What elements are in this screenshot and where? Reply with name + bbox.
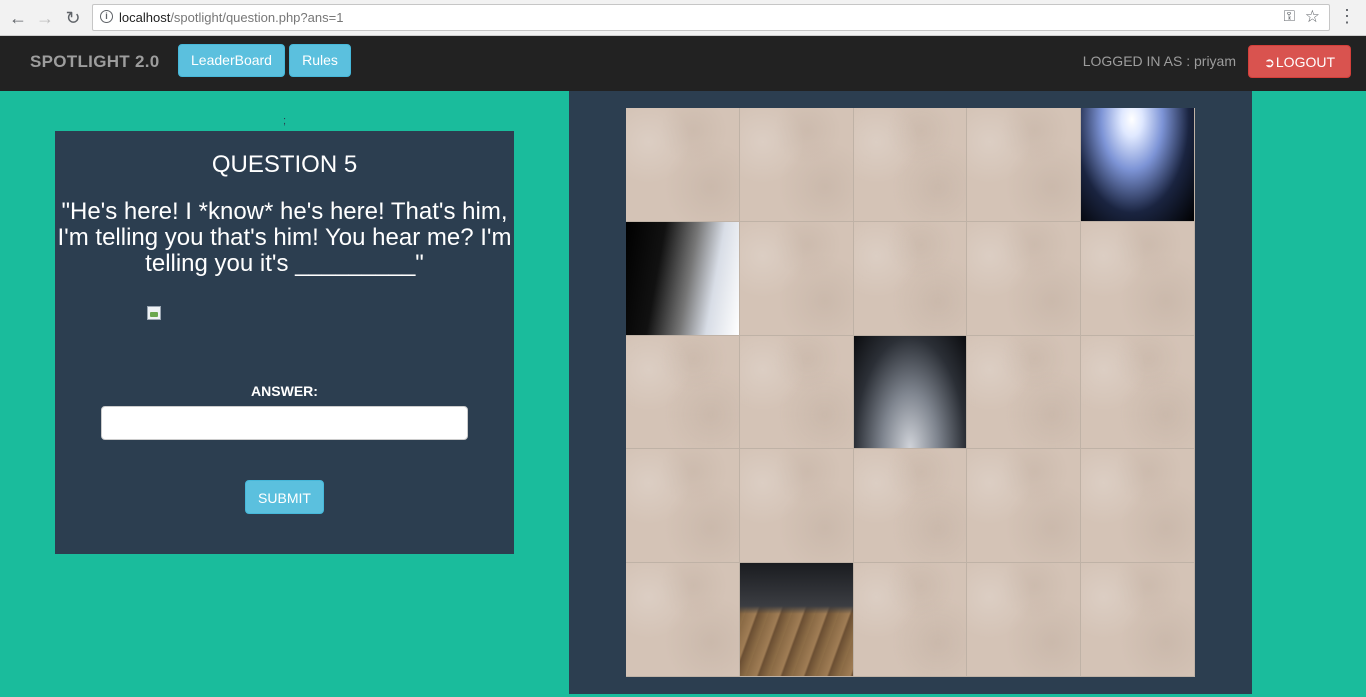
puzzle-tile-blank[interactable]	[1081, 449, 1195, 564]
reload-icon: ↻	[65, 8, 81, 28]
puzzle-tile-blank[interactable]	[1081, 335, 1195, 450]
forward-button[interactable]: →	[34, 7, 56, 29]
puzzle-tile-blank[interactable]	[1081, 221, 1195, 336]
question-text: "He's here! I *know* he's here! That's h…	[57, 198, 512, 277]
browser-toolbar: ← → ↻ i localhost/spotlight/question.php…	[0, 0, 1366, 36]
puzzle-tile-blank[interactable]	[853, 221, 968, 336]
back-button[interactable]: ←	[7, 7, 29, 29]
question-title: QUESTION 5	[211, 151, 358, 178]
puzzle-tile-blank[interactable]	[739, 335, 854, 450]
app-navbar: SPOTLIGHT 2.0 LeaderBoard Rules LOGGED I…	[0, 36, 1366, 91]
puzzle-tile-blank[interactable]	[853, 108, 968, 222]
url-host: localhost	[119, 10, 171, 25]
puzzle-tile-spotlight-top-right[interactable]	[1081, 108, 1195, 222]
puzzle-tile-spotlight-left[interactable]	[626, 221, 740, 336]
key-icon[interactable]: ⚿	[1284, 8, 1295, 25]
arrow-right-icon: →	[36, 8, 54, 28]
brand-title[interactable]: SPOTLIGHT 2.0	[30, 52, 160, 72]
url-path: /spotlight/question.php?ans=1	[170, 10, 344, 25]
puzzle-tile-blank[interactable]	[626, 108, 740, 222]
submit-button[interactable]: SUBMIT	[245, 480, 324, 514]
address-bar[interactable]: i localhost/spotlight/question.php?ans=1…	[92, 4, 1330, 31]
puzzle-tile-blank[interactable]	[1081, 563, 1195, 677]
arrow-left-icon: ←	[9, 8, 27, 28]
puzzle-tile-blank[interactable]	[967, 108, 1082, 222]
puzzle-tile-blank[interactable]	[626, 563, 740, 677]
puzzle-tile-blank[interactable]	[967, 335, 1082, 450]
puzzle-tile-blank[interactable]	[739, 449, 854, 564]
puzzle-tile-blank[interactable]	[967, 563, 1082, 677]
log-in-icon: ➲	[1263, 55, 1275, 70]
puzzle-tile-stage-floor[interactable]	[739, 563, 854, 677]
puzzle-tile-spotlight-center[interactable]	[853, 335, 968, 450]
question-panel: QUESTION 5 "He's here! I *know* he's her…	[55, 131, 514, 554]
separator-text: ;	[283, 115, 287, 127]
broken-image-icon	[147, 306, 161, 320]
logged-in-text: LOGGED IN AS : priyam	[1082, 53, 1236, 69]
reload-button[interactable]: ↻	[62, 7, 84, 29]
puzzle-tile-blank[interactable]	[967, 221, 1082, 336]
url-text[interactable]: localhost/spotlight/question.php?ans=1	[119, 10, 343, 25]
puzzle-tile-blank[interactable]	[626, 335, 740, 450]
logout-label: LOGOUT	[1275, 54, 1336, 70]
kebab-menu-icon[interactable]: ⋮	[1338, 7, 1356, 25]
logout-button[interactable]: ➲LOGOUT	[1248, 45, 1351, 78]
puzzle-tile-blank[interactable]	[739, 221, 854, 336]
info-icon[interactable]: i	[100, 10, 113, 23]
answer-input[interactable]	[101, 406, 468, 440]
puzzle-tile-blank[interactable]	[739, 108, 854, 222]
puzzle-tile-blank[interactable]	[853, 449, 968, 564]
puzzle-tile-blank[interactable]	[626, 449, 740, 564]
rules-button[interactable]: Rules	[289, 44, 351, 77]
puzzle-grid	[626, 108, 1195, 677]
puzzle-tile-blank[interactable]	[853, 563, 968, 677]
puzzle-panel	[569, 91, 1252, 694]
star-icon[interactable]: ☆	[1305, 7, 1320, 27]
leaderboard-button[interactable]: LeaderBoard	[178, 44, 285, 77]
answer-label: ANSWER:	[251, 383, 318, 399]
puzzle-tile-blank[interactable]	[967, 449, 1082, 564]
